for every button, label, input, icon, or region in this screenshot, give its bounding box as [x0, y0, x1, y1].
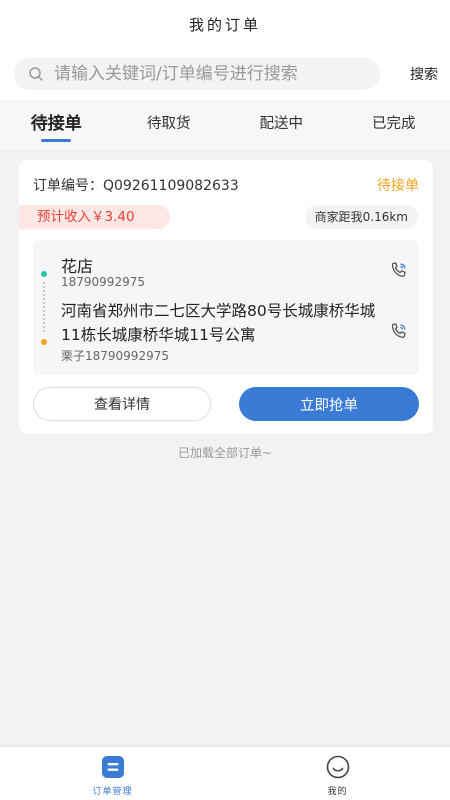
bottom-nav: 订单管理 我的	[0, 746, 450, 800]
search-input[interactable]	[54, 64, 354, 84]
view-details-button[interactable]: 查看详情	[33, 387, 211, 421]
delivery-address: 河南省郑州市二七区大学路80号长城康桥华城11栋长城康桥华城11号公寓	[61, 302, 376, 344]
nav-label-orders: 订单管理	[92, 787, 133, 797]
call-shop-phone-icon[interactable]	[389, 260, 409, 280]
search-button[interactable]: 搜索	[410, 64, 438, 84]
customer-dot-icon	[41, 339, 47, 345]
merchant-distance: 商家距我0.16km	[304, 205, 418, 229]
tab-delivering[interactable]: 配送中	[225, 100, 338, 150]
call-customer-phone-icon[interactable]	[389, 321, 409, 341]
shop-dot-icon	[41, 271, 47, 277]
search-icon	[29, 67, 43, 81]
order-status-tabs: 待接单 待取货 配送中 已完成	[0, 100, 450, 150]
order-number: 订单编号：Q09261109082633	[33, 178, 239, 194]
tab-pending[interactable]: 待接单	[0, 100, 113, 150]
page-title: 我的订单	[188, 16, 261, 34]
nav-profile[interactable]: 我的	[225, 747, 450, 800]
shop-phone: 18790992975	[61, 275, 145, 289]
nav-label-mine: 我的	[327, 787, 348, 797]
nav-order-management[interactable]: 订单管理	[0, 747, 225, 800]
all-loaded-note: 已加载全部订单~	[177, 446, 273, 460]
route-info: 花店 18790992975 河南省郑州市二七区大学路80号长城康桥华城11栋长…	[33, 240, 419, 375]
search-box[interactable]	[14, 58, 380, 90]
grab-order-button[interactable]: 立即抢单	[239, 387, 419, 421]
customer-contact: 栗子18790992975	[61, 349, 169, 363]
tab-completed[interactable]: 已完成	[338, 100, 450, 150]
route-dotted-line	[43, 282, 45, 332]
estimated-income: 预计收入￥3.40	[19, 205, 170, 229]
order-card: 订单编号：Q09261109082633 待接单 预计收入￥3.40 商家距我0…	[19, 160, 433, 434]
tab-to-pickup[interactable]: 待取货	[113, 100, 226, 150]
shop-name: 花店	[61, 257, 94, 276]
order-management-icon	[101, 756, 124, 778]
top-header: 我的订单 搜索	[0, 0, 450, 100]
profile-icon	[326, 755, 349, 779]
order-status-badge: 待接单	[377, 178, 419, 194]
